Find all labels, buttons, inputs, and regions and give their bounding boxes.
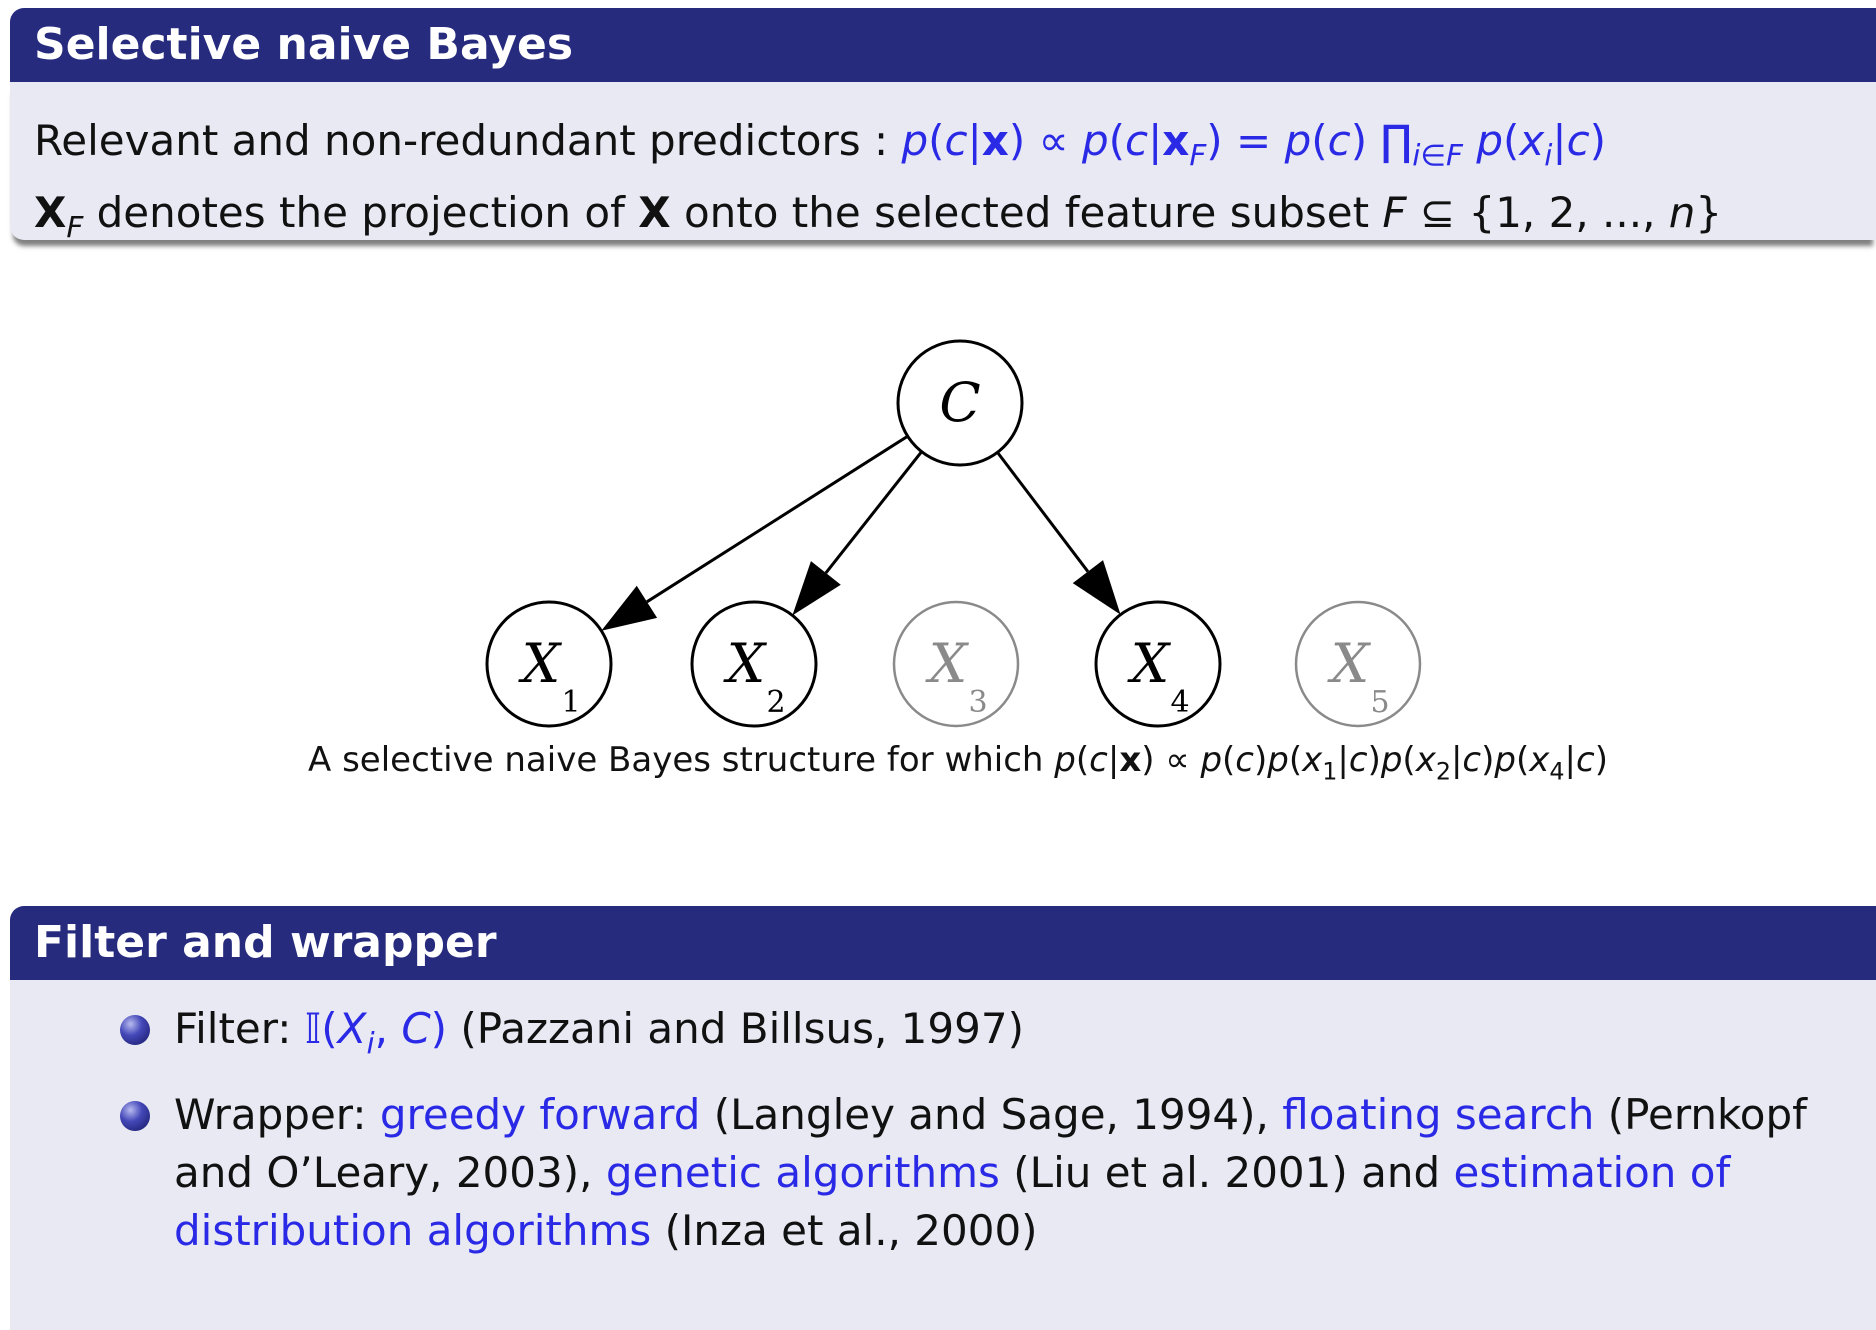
- arrowhead-C-X2: [792, 561, 841, 616]
- node-subscript: 1: [561, 685, 580, 720]
- node-x3: X3: [892, 600, 1020, 728]
- node-label: X: [518, 632, 563, 695]
- bullet-icon: [120, 1101, 150, 1132]
- node-subscript: 4: [1170, 685, 1189, 720]
- node-x4: X4: [1094, 600, 1222, 728]
- node-label: X: [1327, 632, 1372, 695]
- diagram-caption: A selective naive Bayes structure for wh…: [308, 740, 1608, 785]
- block-title: Filter and wrapper: [10, 906, 1876, 980]
- citation-text: (Langley and Sage, 1994),: [700, 1090, 1283, 1140]
- node-x2: X2: [690, 600, 818, 728]
- node-c: C: [896, 339, 1024, 467]
- caption-text: A selective naive Bayes structure for wh…: [308, 740, 1055, 780]
- node-subscript: 2: [766, 685, 785, 720]
- filter-citation: (Pazzani and Billsus, 1997): [447, 1004, 1024, 1053]
- arrowhead-C-X4: [1072, 560, 1121, 615]
- node-label: X: [925, 632, 970, 695]
- block-body: Filter: 𝕀(Xi, C) (Pazzani and Billsus, 1…: [10, 980, 1876, 1330]
- floating-search-link[interactable]: floating search: [1282, 1090, 1594, 1139]
- node-subscript: 5: [1370, 685, 1389, 720]
- edges-layer: [601, 434, 1121, 631]
- mutual-information-formula: 𝕀(Xi, C): [304, 1004, 448, 1061]
- node-label: C: [939, 371, 980, 434]
- genetic-algorithms-link[interactable]: genetic algorithms: [606, 1148, 1000, 1197]
- node-label: X: [1127, 632, 1172, 695]
- greedy-forward-link[interactable]: greedy forward: [380, 1090, 701, 1139]
- list-item-wrapper: Wrapper: greedy forward (Langley and Sag…: [34, 1086, 1852, 1260]
- node-label: X: [723, 632, 768, 695]
- list-item-filter: Filter: 𝕀(Xi, C) (Pazzani and Billsus, 1…: [34, 1000, 1852, 1072]
- edge-C-X4: [996, 451, 1090, 573]
- edge-C-X2: [824, 450, 923, 574]
- citation-text: (Liu et al. 2001) and: [999, 1148, 1454, 1198]
- nodes-layer: CX1X2X3X4X5: [485, 339, 1422, 728]
- arrowhead-C-X1: [601, 585, 658, 631]
- node-x1: X1: [485, 600, 613, 728]
- citation-text: (Inza et al., 2000): [651, 1206, 1038, 1256]
- filter-wrapper-block: Filter and wrapper Filter: 𝕀(Xi, C) (Paz…: [10, 906, 1876, 1330]
- filter-label: Filter:: [174, 1004, 305, 1053]
- caption-formula: p(c|x) ∝ p(c)p(x1|c)p(x2|c)p(x4|c): [1054, 740, 1608, 786]
- bullet-icon: [120, 1015, 150, 1045]
- node-x5: X5: [1294, 600, 1422, 728]
- methods-list: Filter: 𝕀(Xi, C) (Pazzani and Billsus, 1…: [34, 1000, 1852, 1260]
- node-subscript: 3: [968, 685, 987, 720]
- wrapper-label: Wrapper:: [174, 1090, 380, 1140]
